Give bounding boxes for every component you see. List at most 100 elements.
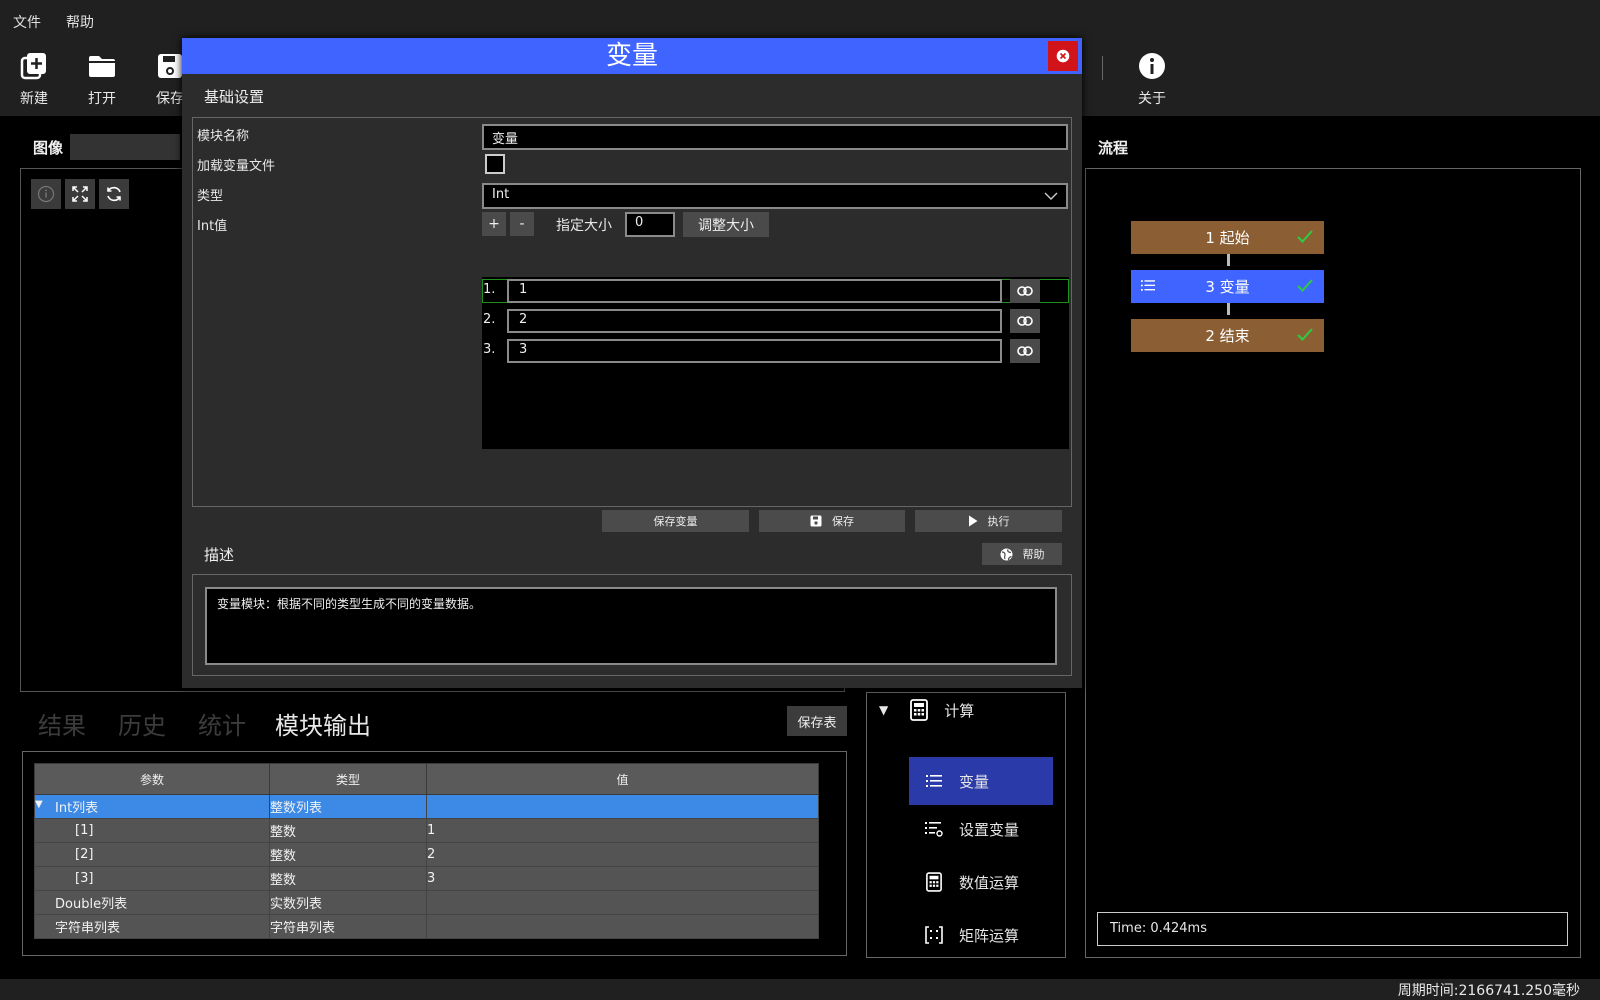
col-header-type[interactable]: 类型 (269, 763, 427, 795)
new-label: 新建 (20, 91, 48, 107)
description-group: 变量模块：根据不同的类型生成不同的变量数据。 (192, 574, 1072, 676)
list-item-input[interactable]: 1 (507, 279, 1002, 303)
list-item-index: 1. (483, 282, 496, 297)
tab-results[interactable]: 结果 (38, 706, 86, 741)
flow-node-variable[interactable]: 3 变量 (1131, 270, 1324, 303)
type-select-value: Int (492, 187, 510, 202)
matrix-icon (923, 924, 945, 946)
list-item-input[interactable]: 3 (507, 339, 1002, 363)
new-button[interactable]: 新建 (6, 50, 62, 108)
about-button[interactable]: 关于 (1124, 50, 1180, 108)
dialog-title[interactable]: 变量 (182, 38, 1082, 74)
type-select[interactable]: Int (482, 183, 1068, 209)
param-cell: [2] (34, 842, 270, 867)
link-icon (1017, 286, 1033, 296)
table-row[interactable]: ▼ Int列表 整数列表 (34, 794, 819, 819)
toolbar-separator (1102, 56, 1103, 80)
int-value-label: Int值 (197, 219, 228, 234)
table-row[interactable]: 字符串列表 字符串列表 (34, 914, 819, 939)
size-input[interactable]: 0 (625, 212, 675, 237)
save-icon (810, 515, 822, 527)
value-cell: 1 (426, 818, 819, 843)
description-text[interactable]: 变量模块：根据不同的类型生成不同的变量数据。 (205, 587, 1057, 665)
list-item-index: 2. (483, 312, 496, 327)
fit-screen-button[interactable] (65, 179, 95, 209)
image-panel-title: 图像 (33, 139, 64, 157)
calculator-icon (923, 871, 945, 893)
type-cell: 整数 (269, 842, 427, 867)
list-item-link-button[interactable] (1010, 309, 1040, 333)
play-icon (968, 515, 977, 527)
value-cell (426, 914, 819, 939)
value-cell: 2 (426, 842, 819, 867)
type-label: 类型 (197, 189, 224, 204)
image-info-button[interactable] (31, 179, 61, 209)
help-button[interactable]: 帮助 (982, 543, 1062, 565)
flow-node-label: 3 变量 (1205, 278, 1250, 296)
tab-module-output[interactable]: 模块输出 (275, 706, 371, 741)
basic-settings-title: 基础设置 (204, 88, 265, 106)
value-cell (426, 890, 819, 915)
tree-item-label: 数值运算 (959, 873, 1020, 892)
load-file-label: 加载变量文件 (197, 159, 276, 174)
basic-settings-group: 模块名称 加载变量文件 类型 Int值 变量 Int + - 指定大小 0 调整… (192, 117, 1072, 507)
help-label: 帮助 (1022, 548, 1045, 561)
module-name-label: 模块名称 (197, 129, 250, 144)
tab-history[interactable]: 历史 (118, 706, 166, 741)
menu-help[interactable]: 帮助 (66, 12, 94, 32)
col-header-param[interactable]: 参数 (34, 763, 270, 795)
remove-item-button[interactable]: - (510, 212, 534, 236)
flow-panel-title: 流程 (1098, 139, 1129, 157)
tab-statistics[interactable]: 统计 (198, 706, 246, 741)
list-item-input[interactable]: 2 (507, 309, 1002, 333)
save-table-button[interactable]: 保存表 (787, 706, 847, 736)
flow-node-end[interactable]: 2 结束 (1131, 319, 1324, 352)
tool-tree-panel: ▼ 计算 变量 设置变量 数值运算 矩阵运算 (866, 692, 1066, 958)
save-toolbar-label: 保存 (156, 91, 184, 107)
tree-item-set-variable[interactable]: 设置变量 (923, 818, 1019, 840)
open-button[interactable]: 打开 (74, 50, 130, 108)
tree-item-matrix-op[interactable]: 矩阵运算 (923, 924, 1019, 946)
add-item-button[interactable]: + (482, 212, 506, 236)
image-source-select[interactable] (70, 134, 180, 160)
tree-category-calc[interactable]: ▼ 计算 (879, 699, 974, 721)
link-icon (1017, 316, 1033, 326)
param-cell: Double列表 (34, 890, 270, 915)
refresh-image-button[interactable] (99, 179, 129, 209)
type-cell: 实数列表 (269, 890, 427, 915)
flow-node-label: 1 起始 (1205, 229, 1250, 247)
table-row[interactable]: [1] 整数 1 (34, 818, 819, 843)
save-button[interactable]: 保存 (759, 510, 905, 532)
table-row[interactable]: Double列表 实数列表 (34, 890, 819, 915)
execute-button[interactable]: 执行 (915, 510, 1062, 532)
value-cell: 3 (426, 866, 819, 891)
about-label: 关于 (1138, 91, 1166, 107)
resize-button[interactable]: 调整大小 (683, 212, 769, 237)
tree-item-numeric-op[interactable]: 数值运算 (923, 871, 1019, 893)
save-label: 保存 (832, 515, 854, 528)
module-name-input[interactable]: 变量 (482, 124, 1068, 150)
dialog-close-button[interactable] (1048, 41, 1078, 71)
collapse-triangle-icon[interactable]: ▼ (879, 703, 888, 717)
open-label: 打开 (88, 91, 116, 107)
list-item-link-button[interactable] (1010, 339, 1040, 363)
expand-triangle-icon[interactable]: ▼ (35, 799, 43, 810)
menu-file[interactable]: 文件 (13, 12, 41, 32)
check-icon (1297, 279, 1313, 292)
save-variable-button[interactable]: 保存变量 (602, 510, 749, 532)
table-row[interactable]: [3] 整数 3 (34, 866, 819, 891)
tree-item-variable[interactable]: 变量 (909, 757, 1053, 805)
menu-bar: 文件 帮助 (0, 0, 1600, 40)
flow-node-label: 2 结束 (1205, 327, 1250, 345)
list-item-link-button[interactable] (1010, 279, 1040, 303)
flow-time-readout: Time: 0.424ms (1097, 912, 1568, 946)
param-cell: ▼ Int列表 (34, 794, 270, 819)
type-cell: 字符串列表 (269, 914, 427, 939)
flow-node-start[interactable]: 1 起始 (1131, 221, 1324, 254)
col-header-value[interactable]: 值 (426, 763, 819, 795)
value-cell (426, 794, 819, 819)
tree-item-label: 设置变量 (959, 820, 1020, 839)
load-file-checkbox[interactable] (485, 154, 505, 174)
flow-canvas[interactable]: 1 起始 3 变量 2 结束 (1085, 168, 1581, 958)
table-row[interactable]: [2] 整数 2 (34, 842, 819, 867)
